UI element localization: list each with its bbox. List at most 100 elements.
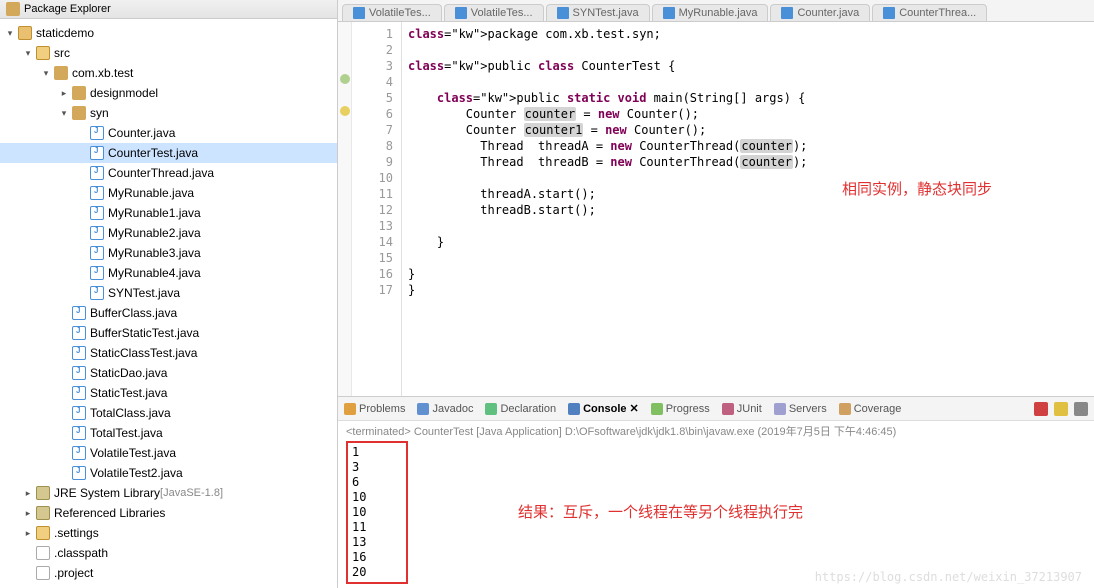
- editor-tab[interactable]: Counter.java: [770, 4, 870, 21]
- tree-node[interactable]: ▸MyRunable4.java: [0, 263, 337, 283]
- package-explorer-panel: Package Explorer ▾staticdemo▾src▾com.xb.…: [0, 0, 338, 588]
- tree-node[interactable]: ▸TotalClass.java: [0, 403, 337, 423]
- java-icon: [90, 186, 104, 200]
- tree-node-label: MyRunable1.java: [108, 206, 201, 220]
- editor-tab[interactable]: MyRunable.java: [652, 4, 769, 21]
- tree-node[interactable]: ▸CounterThread.java: [0, 163, 337, 183]
- problems-icon: [344, 403, 356, 415]
- tree-node[interactable]: ▾ src: [0, 43, 337, 63]
- tree-node[interactable]: ▸Referenced Libraries: [0, 503, 337, 523]
- overview-mark-icon: [340, 74, 350, 84]
- tree-node-label: Counter.java: [108, 126, 175, 140]
- clear-console-icon[interactable]: [1074, 402, 1088, 416]
- editor-ruler: [338, 22, 352, 396]
- editor-tab[interactable]: CounterThrea...: [872, 4, 987, 21]
- tree-node[interactable]: ▾ com.xb.test: [0, 63, 337, 83]
- tree-node[interactable]: .project: [0, 563, 337, 583]
- tab-progress[interactable]: Progress: [651, 403, 710, 415]
- tree-node[interactable]: ▸TotalTest.java: [0, 423, 337, 443]
- editor-tab-label: VolatileTes...: [369, 7, 431, 19]
- bottom-tab-bar[interactable]: Problems Javadoc Declaration Console ✕ P…: [338, 397, 1094, 421]
- code-editor[interactable]: class="kw">package com.xb.test.syn; clas…: [402, 22, 1094, 396]
- tab-declaration[interactable]: Declaration: [485, 403, 556, 415]
- java-file-icon: [353, 7, 365, 19]
- java-file-icon: [883, 7, 895, 19]
- tree-node[interactable]: ▸MyRunable3.java: [0, 243, 337, 263]
- tab-coverage[interactable]: Coverage: [839, 403, 902, 415]
- twisty-icon[interactable]: ▾: [22, 47, 34, 59]
- package-icon: [54, 66, 68, 80]
- editor-tab-label: VolatileTes...: [471, 7, 533, 19]
- tree-node[interactable]: ▸designmodel: [0, 83, 337, 103]
- remove-launch-icon[interactable]: [1054, 402, 1068, 416]
- java-file-icon: [455, 7, 467, 19]
- tree-node[interactable]: ▾ syn: [0, 103, 337, 123]
- tree-node-label: StaticDao.java: [90, 366, 167, 380]
- twisty-icon[interactable]: ▾: [40, 67, 52, 79]
- console-toolbar: [1034, 402, 1088, 416]
- tree-node-label: MyRunable.java: [108, 186, 194, 200]
- java-icon: [72, 426, 86, 440]
- java-icon: [90, 266, 104, 280]
- tree-node-label: CounterThread.java: [108, 166, 214, 180]
- editor-tab[interactable]: VolatileTes...: [444, 4, 544, 21]
- twisty-icon[interactable]: ▸: [22, 507, 34, 519]
- bottom-panel: Problems Javadoc Declaration Console ✕ P…: [338, 396, 1094, 588]
- tree-node-label: com.xb.test: [72, 66, 133, 80]
- tree-node-label: MyRunable2.java: [108, 226, 201, 240]
- tree-node[interactable]: ▸SYNTest.java: [0, 283, 337, 303]
- tab-javadoc[interactable]: Javadoc: [417, 403, 473, 415]
- package-explorer-icon: [6, 2, 20, 16]
- tree-node[interactable]: ▸StaticDao.java: [0, 363, 337, 383]
- tree-node[interactable]: .classpath: [0, 543, 337, 563]
- console-process-header: <terminated> CounterTest [Java Applicati…: [346, 423, 1086, 439]
- tree-node[interactable]: ▸MyRunable.java: [0, 183, 337, 203]
- twisty-icon[interactable]: ▾: [58, 107, 70, 119]
- twisty-icon[interactable]: ▸: [58, 87, 70, 99]
- java-icon: [72, 406, 86, 420]
- tree-node[interactable]: ▸StaticTest.java: [0, 383, 337, 403]
- twisty-icon[interactable]: ▾: [4, 27, 16, 39]
- javadoc-icon: [417, 403, 429, 415]
- java-icon: [72, 446, 86, 460]
- tab-problems[interactable]: Problems: [344, 403, 405, 415]
- tree-node-label: syn: [90, 106, 109, 120]
- tree-node[interactable]: ▸VolatileTest2.java: [0, 463, 337, 483]
- project-tree[interactable]: ▾staticdemo▾src▾com.xb.test▸designmodel▾…: [0, 19, 337, 587]
- tree-node[interactable]: ▸BufferClass.java: [0, 303, 337, 323]
- java-icon: [90, 286, 104, 300]
- package-explorer-header: Package Explorer: [0, 0, 337, 19]
- tree-node-label: src: [54, 46, 70, 60]
- tree-node[interactable]: ▾ staticdemo: [0, 23, 337, 43]
- editor-tab[interactable]: VolatileTes...: [342, 4, 442, 21]
- tree-node[interactable]: ▸StaticClassTest.java: [0, 343, 337, 363]
- tab-console[interactable]: Console ✕: [568, 402, 639, 415]
- editor-tab[interactable]: SYNTest.java: [546, 4, 650, 21]
- tree-node-label: staticdemo: [36, 26, 94, 40]
- java-icon: [90, 246, 104, 260]
- tree-node[interactable]: ▸CounterTest.java: [0, 143, 337, 163]
- twisty-icon[interactable]: ▸: [22, 527, 34, 539]
- file-icon: [36, 566, 50, 580]
- tree-node[interactable]: ▸MyRunable2.java: [0, 223, 337, 243]
- tree-node[interactable]: ▸Counter.java: [0, 123, 337, 143]
- lib-icon: [36, 486, 50, 500]
- tree-node[interactable]: ▸JRE System Library [JavaSE-1.8]: [0, 483, 337, 503]
- java-icon: [72, 326, 86, 340]
- tree-node[interactable]: ▸.settings: [0, 523, 337, 543]
- editor-tab-bar[interactable]: VolatileTes... VolatileTes... SYNTest.java…: [338, 0, 1094, 22]
- tree-node-label: .classpath: [54, 546, 108, 560]
- java-icon: [72, 466, 86, 480]
- folder-icon: [36, 526, 50, 540]
- editor-tab-label: Counter.java: [797, 7, 859, 19]
- tab-servers[interactable]: Servers: [774, 403, 827, 415]
- tree-node[interactable]: ▸VolatileTest.java: [0, 443, 337, 463]
- tree-node[interactable]: ▸MyRunable1.java: [0, 203, 337, 223]
- tab-junit[interactable]: JUnit: [722, 403, 762, 415]
- tree-node-label: StaticTest.java: [90, 386, 167, 400]
- terminate-icon[interactable]: [1034, 402, 1048, 416]
- tree-node-label: StaticClassTest.java: [90, 346, 197, 360]
- java-icon: [72, 346, 86, 360]
- tree-node[interactable]: ▸BufferStaticTest.java: [0, 323, 337, 343]
- twisty-icon[interactable]: ▸: [22, 487, 34, 499]
